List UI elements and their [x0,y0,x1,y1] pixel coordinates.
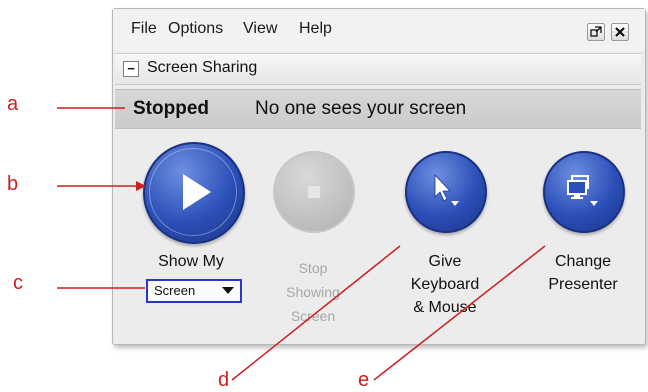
keyboard-line-2: Keyboard [410,276,480,293]
keyboard-line-3: & Mouse [413,299,477,316]
change-presenter-button[interactable] [543,151,625,233]
stop-line-2: Showing [286,284,340,300]
show-my-screen-button[interactable] [143,142,245,244]
close-icon[interactable] [611,23,629,41]
status-state: Stopped [133,98,209,119]
callout-c-label: c [13,272,23,294]
show-my-label: Show My [158,253,224,270]
status-bar: Stopped No one sees your screen [115,89,641,129]
stop-line-1: Stop [298,260,328,276]
screen-select-value: Screen [154,283,196,298]
collapse-icon[interactable]: − [123,61,139,77]
monitor-dropdown-icon [567,175,598,206]
presenter-line-1: Change [554,253,612,270]
chevron-down-icon [222,287,234,294]
screen-sharing-header[interactable]: − Screen Sharing [115,53,641,85]
menu-options[interactable]: Options [168,20,223,38]
screen-sharing-panel: File Options View Help − Screen Sharing … [112,8,646,345]
cursor-dropdown-icon [434,173,459,206]
section-title: Screen Sharing [147,59,258,76]
callout-a-label: a [7,93,19,115]
stop-icon [308,186,320,198]
callout-e-label: e [358,369,370,391]
callout-d-label: d [218,369,230,391]
stop-showing-screen-button[interactable] [273,151,355,233]
restore-window-icon[interactable] [587,23,605,41]
give-keyboard-mouse-button[interactable] [405,151,487,233]
menu-view[interactable]: View [243,20,277,38]
play-icon [183,174,211,210]
presenter-line-2: Presenter [548,276,618,293]
stop-line-3: Screen [290,308,336,324]
keyboard-line-1: Give [428,253,462,270]
menu-help[interactable]: Help [299,20,332,38]
menu-file[interactable]: File [131,20,157,38]
callout-b-label: b [7,173,19,195]
screen-select[interactable]: Screen [146,279,242,303]
menu-bar: File Options View Help [113,9,645,51]
status-message: No one sees your screen [255,98,467,119]
